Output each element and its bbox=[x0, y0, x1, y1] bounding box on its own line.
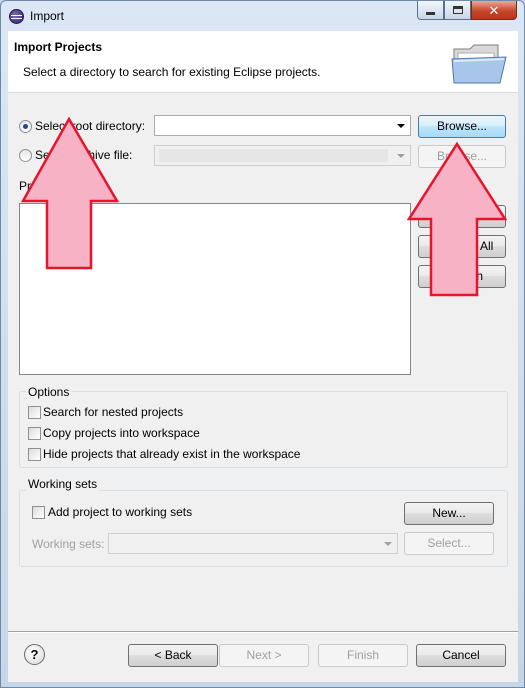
options-title: Options bbox=[26, 385, 72, 399]
wizard-header: Import Projects Select a directory to se… bbox=[8, 31, 518, 93]
archive-file-value bbox=[159, 149, 388, 162]
hide-existing-label: Hide projects that already exist in the … bbox=[43, 447, 301, 461]
close-icon: ✕ bbox=[488, 2, 500, 18]
copy-projects-label: Copy projects into workspace bbox=[43, 426, 200, 440]
next-button[interactable]: Next > bbox=[219, 644, 309, 667]
new-working-set-button[interactable]: New... bbox=[404, 502, 494, 525]
archive-file-radio[interactable] bbox=[19, 149, 32, 162]
working-sets-title: Working sets bbox=[26, 477, 100, 491]
root-directory-combo[interactable] bbox=[154, 115, 411, 136]
refresh-button[interactable]: Refresh bbox=[418, 265, 506, 288]
add-to-working-sets-checkbox[interactable] bbox=[32, 506, 45, 519]
window-title: Import bbox=[30, 9, 65, 23]
close-button[interactable]: ✕ bbox=[471, 1, 517, 20]
select-all-button[interactable]: Select All bbox=[418, 205, 506, 228]
help-button[interactable]: ? bbox=[24, 644, 45, 665]
select-working-sets-button[interactable]: Select... bbox=[404, 532, 494, 555]
wizard-content: Select root directory: Browse... Select … bbox=[8, 93, 518, 682]
copy-projects-checkbox[interactable] bbox=[28, 427, 41, 440]
finish-button[interactable]: Finish bbox=[318, 644, 408, 667]
archive-file-combo[interactable] bbox=[154, 145, 411, 166]
nested-projects-label: Search for nested projects bbox=[43, 405, 184, 419]
page-title: Import Projects bbox=[14, 40, 103, 54]
chevron-down-icon bbox=[384, 542, 392, 546]
cancel-button[interactable]: Cancel bbox=[416, 644, 506, 667]
projects-label: Projects: bbox=[19, 179, 66, 193]
page-description: Select a directory to search for existin… bbox=[23, 65, 321, 79]
help-icon: ? bbox=[30, 647, 39, 662]
nested-projects-checkbox[interactable] bbox=[28, 406, 41, 419]
footer-divider bbox=[8, 631, 518, 633]
import-dialog: Import ✕ Import Projects Select a direct… bbox=[0, 0, 525, 688]
browse-button[interactable]: Browse... bbox=[418, 115, 506, 138]
browse-archive-button[interactable]: Browse... bbox=[418, 145, 506, 168]
projects-list[interactable] bbox=[19, 203, 411, 375]
chevron-down-icon bbox=[397, 154, 405, 158]
folder-open-icon bbox=[451, 44, 507, 84]
deselect-all-button[interactable]: Deselect All bbox=[418, 235, 506, 258]
root-directory-label: Select root directory: bbox=[35, 119, 146, 133]
add-to-working-sets-label: Add project to working sets bbox=[48, 505, 193, 519]
maximize-icon bbox=[452, 6, 463, 14]
working-sets-label: Working sets: bbox=[32, 537, 105, 551]
maximize-button[interactable] bbox=[444, 1, 471, 20]
eclipse-icon bbox=[9, 9, 24, 24]
minimize-button[interactable] bbox=[417, 1, 444, 20]
chevron-down-icon bbox=[397, 124, 405, 128]
root-directory-radio[interactable] bbox=[19, 120, 32, 133]
title-bar[interactable]: Import ✕ bbox=[1, 1, 524, 31]
archive-file-label: Select archive file: bbox=[35, 148, 133, 162]
back-button[interactable]: < Back bbox=[128, 644, 218, 667]
hide-existing-checkbox[interactable] bbox=[28, 448, 41, 461]
working-sets-combo[interactable] bbox=[108, 533, 398, 554]
minimize-icon bbox=[426, 11, 435, 15]
